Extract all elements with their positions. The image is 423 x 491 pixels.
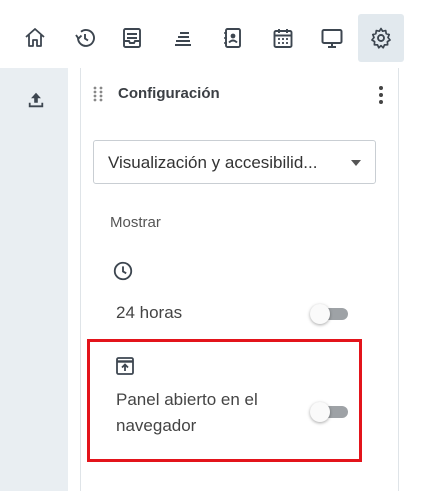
stack-button[interactable] [160,14,206,62]
calendar-button[interactable] [260,14,306,62]
highlight-box [87,339,362,462]
calendar-icon [273,29,293,48]
upload-icon [28,92,44,108]
home-icon [25,28,45,47]
chevron-down-icon [351,160,361,166]
setting-label-24h: 24 horas [116,303,183,322]
panel-gutter [68,68,80,491]
clock-icon [113,261,133,281]
contacts-icon [224,28,241,48]
section-label: Mostrar [110,214,161,231]
contacts-button[interactable] [210,14,256,62]
inbox-icon [123,28,141,48]
stack-icon [175,31,191,47]
home-button[interactable] [12,14,58,62]
settings-button[interactable] [358,14,404,62]
inbox-button[interactable] [109,14,155,62]
history-button[interactable] [62,14,108,62]
toggle-knob [310,304,330,324]
monitor-icon [321,29,343,48]
upload-button[interactable] [26,90,46,110]
toggle-24h[interactable] [310,303,350,324]
gear-icon [371,27,391,49]
history-icon [75,29,95,47]
more-options-icon[interactable] [377,84,385,106]
select-value: Visualización y accesibilid... [108,153,318,172]
panel-header: Configuración [81,68,400,118]
panel-title: Configuración [118,85,220,102]
drag-handle-icon[interactable] [93,86,103,102]
left-rail [0,68,68,491]
monitor-button[interactable] [309,14,355,62]
settings-category-select[interactable]: Visualización y accesibilid... [93,140,376,184]
top-toolbar [0,0,423,68]
